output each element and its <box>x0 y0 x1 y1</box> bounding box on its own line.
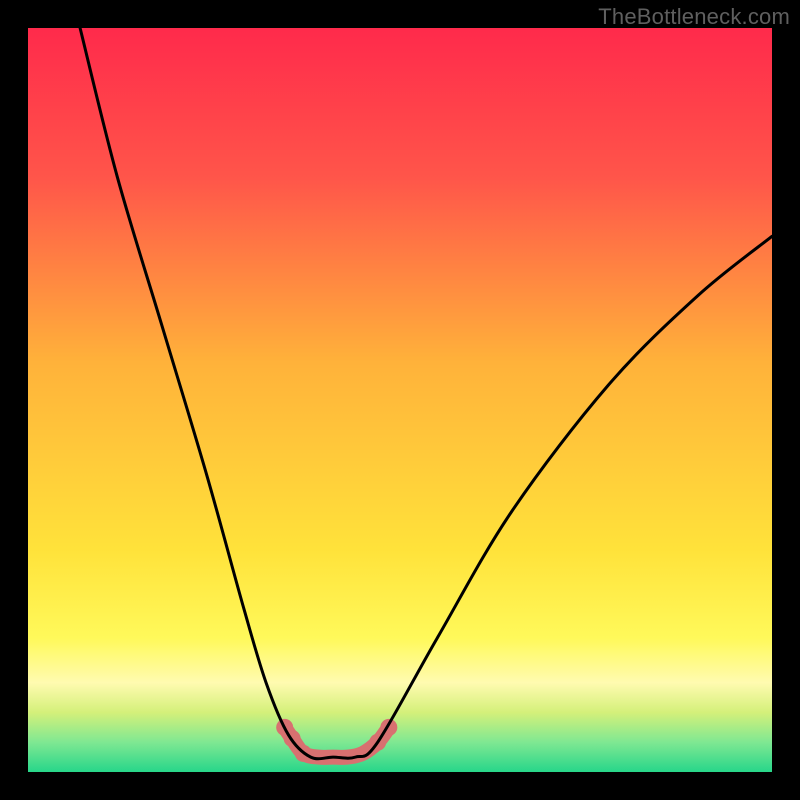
attribution-text: TheBottleneck.com <box>598 4 790 30</box>
bottleneck-chart <box>28 28 772 772</box>
chart-frame <box>28 28 772 772</box>
chart-background <box>28 28 772 772</box>
